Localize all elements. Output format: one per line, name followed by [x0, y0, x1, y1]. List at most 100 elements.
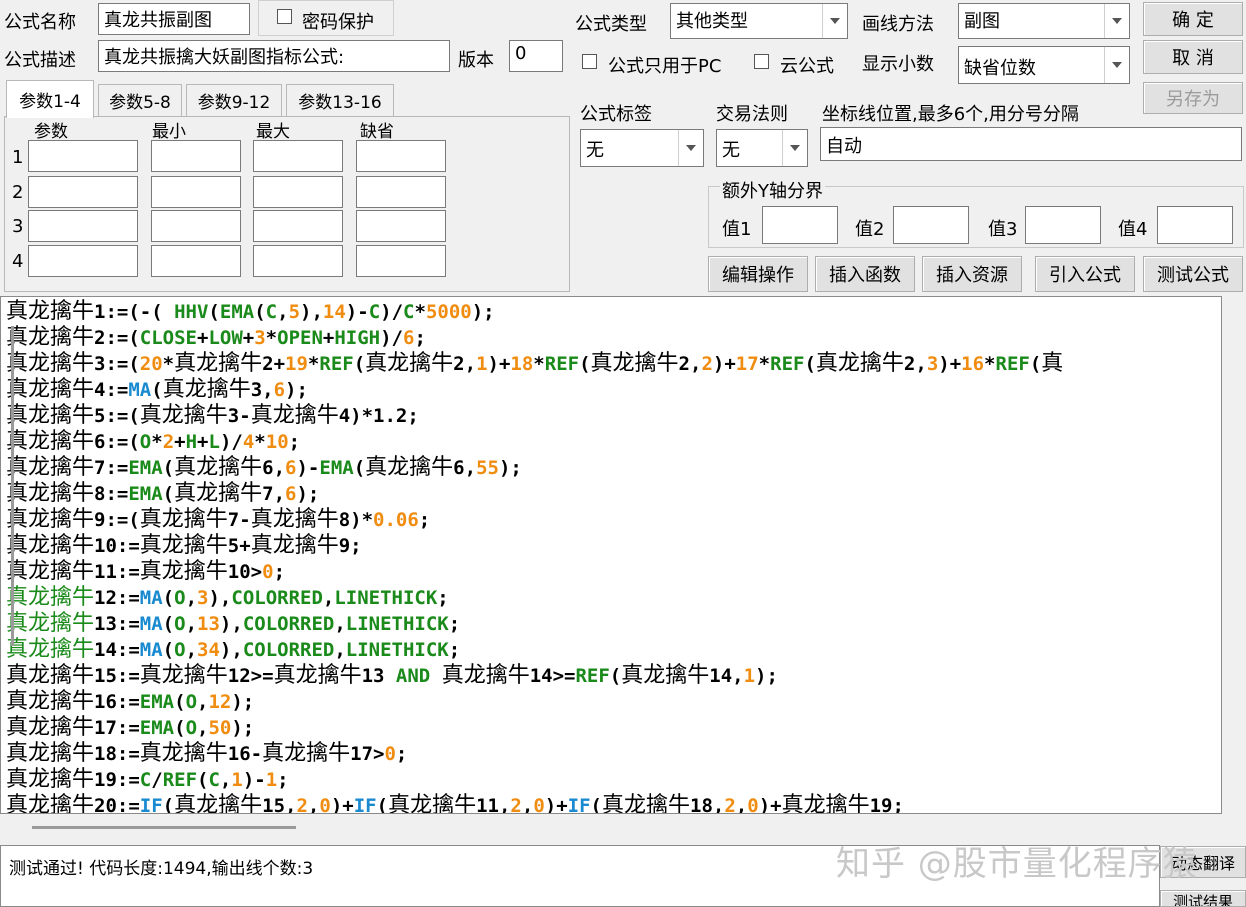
tab-params-13-16[interactable]: 参数13-16: [286, 84, 394, 116]
code-line[interactable]: 真龙擒牛8:=EMA(真龙擒牛7,6);: [6, 481, 319, 507]
param-name-input[interactable]: [28, 176, 138, 208]
save-as-button[interactable]: 另存为: [1143, 82, 1243, 114]
code-line[interactable]: 真龙擒牛2:=(CLOSE+LOW+3*OPEN+HIGH)/6;: [6, 325, 426, 351]
code-token: 真龙擒牛: [590, 351, 679, 376]
code-token: 4)*1.2;: [338, 405, 419, 427]
code-line[interactable]: 真龙擒牛20:=IF(真龙擒牛15,2,0)+IF(真龙擒牛11,2,0)+IF…: [6, 793, 904, 814]
param-default-input[interactable]: [356, 176, 446, 208]
formula-type-select[interactable]: 其他类型: [670, 3, 848, 39]
code-line[interactable]: 真龙擒牛18:=真龙擒牛16-真龙擒牛17>0;: [6, 741, 407, 767]
code-token: EMA: [139, 717, 175, 739]
param-name-input[interactable]: [28, 140, 138, 172]
code-line[interactable]: 真龙擒牛14:=MA(O,34),COLORRED,LINETHICK;: [6, 637, 460, 663]
trade-rule-select[interactable]: 无: [716, 129, 808, 167]
tab-params-1-4[interactable]: 参数1-4: [6, 80, 94, 118]
import-formula-button[interactable]: 引入公式: [1035, 256, 1135, 292]
code-line[interactable]: 真龙擒牛1:=(-( HHV(EMA(C,5),14)-C)/C*5000);: [6, 299, 495, 325]
code-line[interactable]: 真龙擒牛9:=(真龙擒牛7-真龙擒牛8)*0.06;: [6, 507, 430, 533]
code-line[interactable]: 真龙擒牛17:=EMA(O,50);: [6, 715, 254, 741]
axis-position-input[interactable]: 自动: [820, 127, 1242, 161]
chevron-down-icon[interactable]: [678, 130, 703, 166]
code-token: 9:=(: [94, 509, 140, 531]
code-line[interactable]: 真龙擒牛15:=真龙擒牛12>=真龙擒牛13 AND 真龙擒牛14>=REF(真…: [6, 663, 778, 689]
vertical-scroll-thumb[interactable]: [11, 326, 14, 646]
code-token: 2+: [262, 353, 286, 375]
code-token: 1: [476, 353, 488, 375]
code-token: )-: [345, 301, 369, 323]
code-line[interactable]: 真龙擒牛5:=(真龙擒牛3-真龙擒牛4)*1.2;: [6, 403, 419, 429]
code-token: (: [804, 353, 816, 375]
code-token: 0: [533, 795, 545, 814]
param-name-input[interactable]: [28, 245, 138, 277]
param-default-input[interactable]: [356, 210, 446, 242]
pc-only-checkbox[interactable]: [582, 54, 597, 69]
param-max-input[interactable]: [253, 176, 343, 208]
code-token: 14: [322, 301, 346, 323]
param-max-input[interactable]: [253, 210, 343, 242]
param-min-input[interactable]: [151, 210, 241, 242]
y-value-4-input[interactable]: [1157, 206, 1233, 244]
code-line[interactable]: 真龙擒牛7:=EMA(真龙擒牛6,6)-EMA(真龙擒牛6,55);: [6, 455, 522, 481]
param-min-input[interactable]: [151, 245, 241, 277]
y-value-2-input[interactable]: [893, 206, 969, 244]
decimal-select[interactable]: 缺省位数: [958, 46, 1130, 84]
code-line[interactable]: 真龙擒牛16:=EMA(O,12);: [6, 689, 254, 715]
code-token: (: [162, 613, 175, 635]
param-min-input[interactable]: [151, 140, 241, 172]
version-input[interactable]: 0: [509, 40, 563, 72]
password-checkbox[interactable]: [277, 9, 292, 24]
chevron-down-icon[interactable]: [1104, 4, 1129, 38]
code-token: );: [498, 457, 522, 479]
code-token: 3: [197, 587, 209, 609]
formula-name-input[interactable]: 真龙共振副图: [98, 3, 250, 35]
code-token: *: [254, 431, 266, 453]
param-default-input[interactable]: [356, 140, 446, 172]
code-line[interactable]: 真龙擒牛4:=MA(真龙擒牛3,6);: [6, 377, 308, 403]
cancel-button[interactable]: 取 消: [1143, 40, 1243, 74]
param-default-input[interactable]: [356, 245, 446, 277]
tab-params-9-12[interactable]: 参数9-12: [186, 84, 282, 116]
code-line[interactable]: 真龙擒牛3:=(20*真龙擒牛2+19*REF(真龙擒牛2,1)+18*REF(…: [6, 351, 1063, 377]
formula-tag-select[interactable]: 无: [580, 129, 704, 167]
param-min-input[interactable]: [151, 176, 241, 208]
chevron-down-icon[interactable]: [822, 4, 847, 38]
y-value-2-label: 值2: [855, 219, 885, 240]
param-name-input[interactable]: [28, 210, 138, 242]
chevron-down-icon[interactable]: [1104, 47, 1129, 83]
chevron-down-icon[interactable]: [782, 130, 807, 166]
code-token: REF: [319, 353, 354, 375]
ok-button[interactable]: 确 定: [1143, 2, 1243, 36]
tab-params-5-8[interactable]: 参数5-8: [98, 84, 182, 116]
code-token: 2: [296, 795, 308, 814]
code-line[interactable]: 真龙擒牛10:=真龙擒牛5+真龙擒牛9;: [6, 533, 362, 559]
code-token: 真龙擒牛: [139, 403, 228, 428]
param-max-input[interactable]: [253, 245, 343, 277]
code-line[interactable]: 真龙擒牛11:=真龙擒牛10>0;: [6, 559, 285, 585]
code-token: 真龙擒牛: [6, 793, 95, 814]
code-token: )+: [544, 795, 568, 814]
draw-method-select[interactable]: 副图: [958, 3, 1130, 39]
code-token: 10: [265, 431, 289, 453]
code-editor[interactable]: 真龙擒牛1:=(-( HHV(EMA(C,5),14)-C)/C*5000); 真…: [0, 296, 1222, 814]
horizontal-scroll-thumb[interactable]: [32, 826, 296, 829]
test-result-button[interactable]: 测试结果: [1160, 890, 1246, 907]
param-max-input[interactable]: [253, 140, 343, 172]
code-token: )/: [380, 301, 404, 323]
edit-ops-button[interactable]: 编辑操作: [708, 256, 808, 292]
code-token: 2,: [678, 353, 702, 375]
code-line[interactable]: 真龙擒牛6:=(O*2+H+L)/4*10;: [6, 429, 300, 455]
code-token: (: [162, 587, 175, 609]
code-line[interactable]: 真龙擒牛13:=MA(O,13),COLORRED,LINETHICK;: [6, 611, 460, 637]
formula-desc-input[interactable]: 真龙共振擒大妖副图指标公式:: [98, 40, 450, 72]
code-token: O: [185, 717, 198, 739]
y-value-1-input[interactable]: [762, 206, 838, 244]
y-value-3-input[interactable]: [1025, 206, 1101, 244]
test-formula-button[interactable]: 测试公式: [1143, 256, 1243, 292]
vertical-scrollbar[interactable]: [1222, 296, 1246, 814]
code-line[interactable]: 真龙擒牛12:=MA(O,3),COLORRED,LINETHICK;: [6, 585, 449, 611]
insert-resource-button[interactable]: 插入资源: [922, 256, 1022, 292]
insert-function-button[interactable]: 插入函数: [815, 256, 915, 292]
cloud-checkbox[interactable]: [754, 54, 769, 69]
code-line[interactable]: 真龙擒牛19:=C/REF(C,1)-1;: [6, 767, 289, 793]
